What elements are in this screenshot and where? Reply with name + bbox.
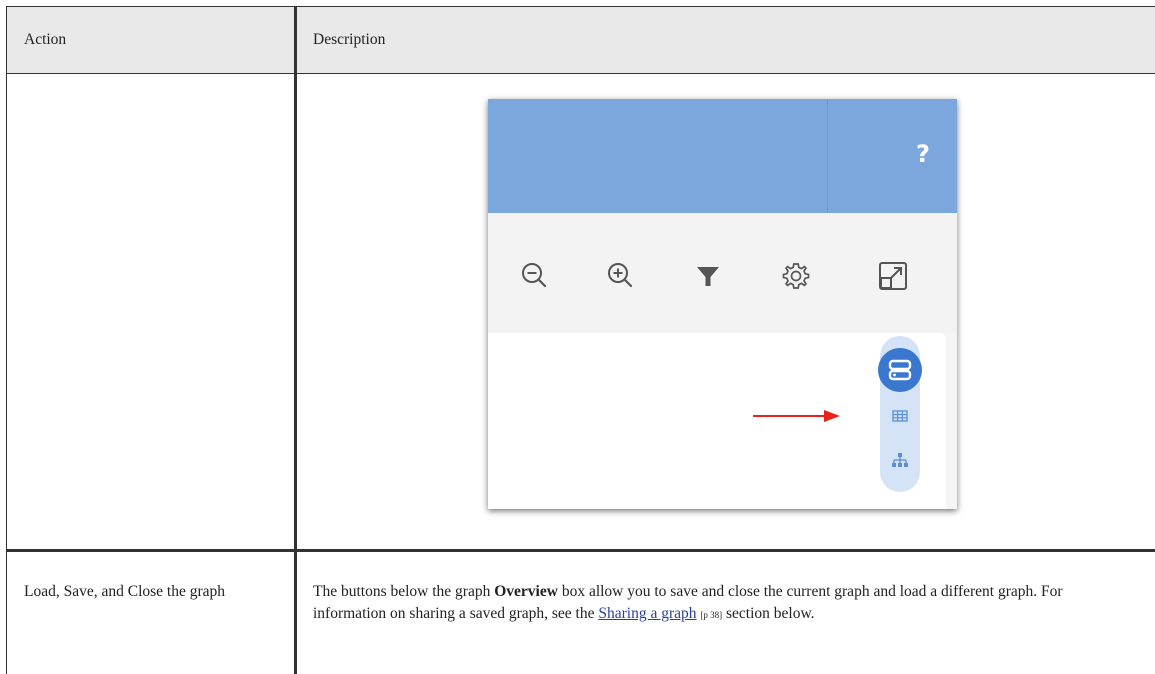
hierarchy-view-icon[interactable] xyxy=(878,440,922,484)
table-view-icon[interactable] xyxy=(878,396,922,440)
table-border-left xyxy=(6,6,7,674)
page-reference: [p 38] xyxy=(700,610,723,620)
table-border-row xyxy=(6,549,1155,552)
header-description: Description xyxy=(313,31,386,48)
sharing-a-graph-link[interactable]: Sharing a graph xyxy=(598,605,696,622)
filter-icon[interactable] xyxy=(691,259,725,293)
desc-text-after: section below. xyxy=(722,605,815,622)
zoom-out-icon[interactable] xyxy=(518,259,552,293)
server-view-icon[interactable] xyxy=(878,348,922,392)
help-icon[interactable]: ? xyxy=(911,139,935,169)
zoom-in-icon[interactable] xyxy=(604,259,638,293)
description-load-save-close: The buttons below the graph Overview box… xyxy=(313,581,1133,626)
panel-header: ? xyxy=(488,99,957,213)
expand-icon[interactable] xyxy=(876,259,910,293)
settings-icon[interactable] xyxy=(779,259,813,293)
table-border-header xyxy=(6,73,1155,74)
header-divider xyxy=(827,99,828,213)
desc-bold-overview: Overview xyxy=(494,583,558,600)
red-arrow-annotation xyxy=(753,410,840,422)
table-column-divider xyxy=(294,6,297,674)
table-header-row xyxy=(7,7,1155,73)
action-load-save-close: Load, Save, and Close the graph xyxy=(24,583,226,600)
graph-toolbar xyxy=(488,213,957,333)
desc-text-before: The buttons below the graph xyxy=(313,583,495,600)
table-border-top xyxy=(6,6,1155,7)
header-action: Action xyxy=(24,31,67,48)
